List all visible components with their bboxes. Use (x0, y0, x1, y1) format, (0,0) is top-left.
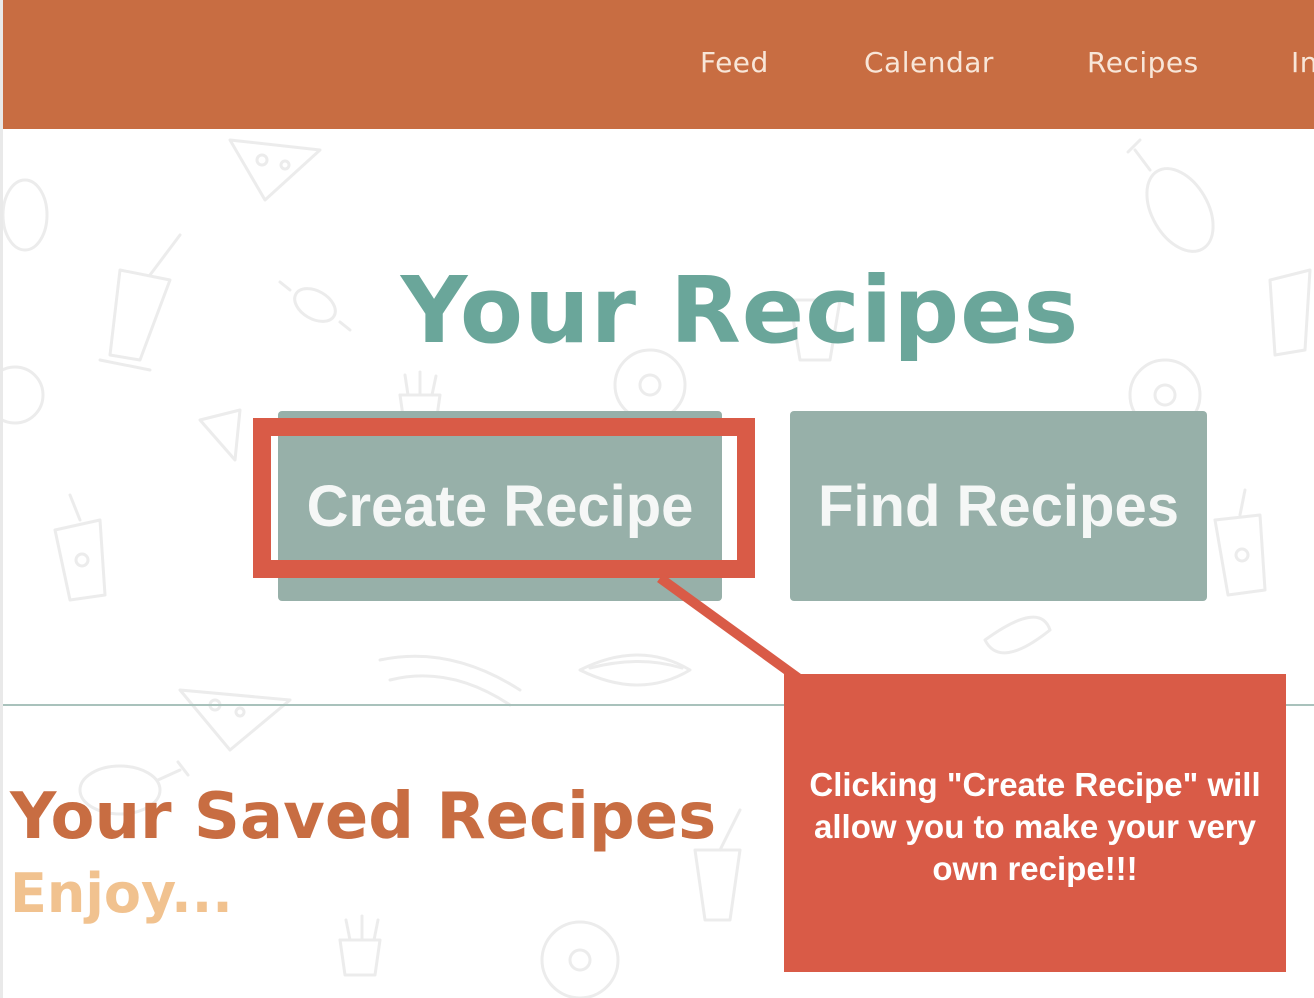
page-title: Your Recipes (400, 256, 1080, 364)
annotation-highlight-box (253, 418, 755, 578)
nav-item-calendar[interactable]: Calendar (864, 46, 994, 79)
donut-doodle-icon (540, 920, 620, 998)
nav-item-recipes[interactable]: Recipes (1087, 46, 1199, 79)
pizza-slice-doodle-icon (228, 138, 322, 202)
find-recipes-button[interactable]: Find Recipes (790, 411, 1207, 601)
hotdog-doodle-icon (378, 654, 522, 707)
donut-doodle-icon (0, 365, 45, 425)
pretzel-doodle-icon (1, 178, 49, 252)
pizza-slice-doodle-icon (178, 688, 292, 752)
window-left-edge (0, 0, 3, 998)
drink-cup-doodle-icon (53, 493, 107, 602)
hotdog-doodle-icon (578, 653, 692, 687)
drumstick-doodle-icon (1126, 138, 1215, 253)
fries-doodle-icon (338, 914, 382, 977)
sandwich-doodle-icon (198, 408, 242, 462)
nav-item-truncated[interactable]: In (1291, 46, 1314, 79)
nav-item-feed[interactable]: Feed (700, 46, 769, 79)
top-navbar: Feed Calendar Recipes In (3, 0, 1314, 129)
saved-recipes-heading: Your Saved Recipes (10, 780, 717, 854)
saved-recipes-subtitle: Enjoy... (10, 862, 233, 925)
annotation-callout: Clicking "Create Recipe" will allow you … (784, 674, 1286, 972)
page: Feed Calendar Recipes In Your Recipes Cr… (0, 0, 1314, 998)
annotation-callout-text: Clicking "Create Recipe" will allow you … (809, 766, 1261, 887)
burrito-doodle-icon (983, 615, 1052, 655)
drink-cup-doodle-icon (1213, 488, 1267, 597)
